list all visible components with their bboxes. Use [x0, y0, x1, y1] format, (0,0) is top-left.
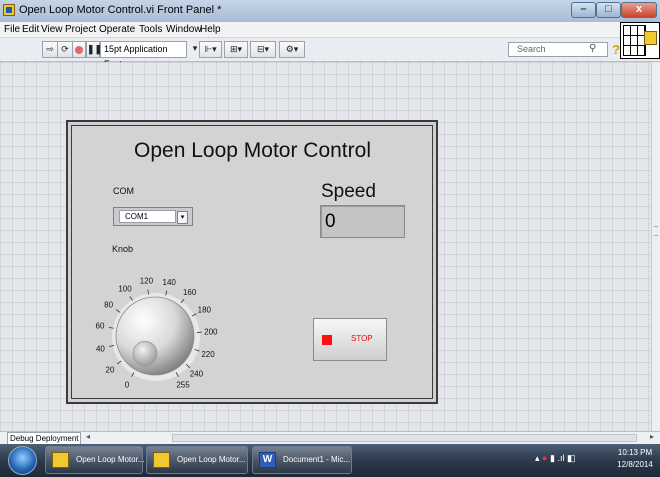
window-title: Open Loop Motor Control.vi Front Panel *	[19, 4, 222, 16]
scroll-left-icon[interactable]: ◂	[86, 432, 90, 441]
menu-help[interactable]: Help	[200, 24, 221, 35]
menu-view[interactable]: View	[41, 24, 63, 35]
clock[interactable]: 10:13 PM 12/8/2014	[613, 447, 657, 471]
labview-app-icon	[3, 4, 15, 16]
panel-title: Open Loop Motor Control	[134, 139, 371, 162]
menu-operate[interactable]: Operate	[99, 24, 135, 35]
taskbar-item[interactable]: Open Loop Motor...	[45, 446, 145, 474]
connector-pane-grid	[623, 25, 646, 56]
resize-objects-icon[interactable]: ⊟▾	[250, 41, 276, 58]
font-dropdown-icon[interactable]: ▾	[191, 41, 199, 58]
abort-icon[interactable]	[72, 41, 86, 58]
knob-tick-label: 140	[163, 278, 177, 287]
word-icon: W	[259, 452, 276, 468]
knob-tick-label: 40	[96, 345, 105, 354]
menu-tools[interactable]: Tools	[139, 24, 162, 35]
menu-file[interactable]: File	[4, 24, 20, 35]
knob-tick-label: 255	[176, 380, 190, 389]
knob-tick-label: 220	[201, 350, 215, 359]
taskbar-item[interactable]: W Document1 - Mic...	[252, 446, 352, 474]
stop-button[interactable]: STOP	[313, 318, 387, 361]
knob-tick-mark	[129, 296, 133, 301]
run-continuously-icon[interactable]: ⟳	[57, 41, 73, 58]
task-label: Open Loop Motor...	[76, 455, 145, 464]
menu-edit[interactable]: Edit	[22, 24, 39, 35]
font-select[interactable]: 15pt Application Font	[100, 41, 187, 69]
knob-tick-label: 160	[183, 288, 197, 297]
search-icon[interactable]: ⚲	[589, 43, 596, 54]
knob-tick-mark	[108, 326, 114, 329]
taskbar-item[interactable]: Open Loop Motor...	[146, 446, 248, 474]
reorder-icon[interactable]: ⚙▾	[279, 41, 305, 58]
knob-tick-label: 20	[106, 365, 115, 374]
knob-tick-label: 100	[118, 285, 132, 294]
com-resource-select[interactable]: COM1 ▾	[113, 207, 193, 226]
com-value[interactable]: COM1	[119, 210, 176, 223]
knob-tick-label: 240	[190, 370, 204, 379]
vi-icon	[644, 31, 657, 45]
horizontal-scrollbar-thumb[interactable]	[172, 434, 637, 442]
vertical-scrollbar[interactable]	[651, 62, 660, 431]
system-tray: ▴ ● ▮ .ıl ◧	[535, 453, 576, 464]
knob-control[interactable]: 0 20 40 60 80 100 120 140 160180 200 220 240255	[80, 250, 240, 400]
knob-tick-label: 60	[96, 322, 105, 331]
run-arrow-icon[interactable]: ⇨	[42, 41, 58, 58]
toolbar: ⇨ ⟳ ❚❚ 15pt Application Font ▾ ⊩▾ ⊞▾ ⊟▾ …	[0, 38, 660, 69]
knob-body[interactable]	[115, 296, 195, 376]
menu-project[interactable]: Project	[65, 24, 96, 35]
scroll-right-icon[interactable]: ▸	[650, 432, 654, 441]
show-hidden-icons-icon[interactable]: ▴	[535, 453, 540, 463]
knob-tick-mark	[115, 309, 121, 313]
knob-pointer-cap[interactable]	[132, 341, 158, 366]
com-label: COM	[113, 186, 134, 196]
knob-tick-label: 0	[125, 380, 130, 389]
vi-connector-pane-icon[interactable]	[620, 22, 660, 59]
menu-window[interactable]: Window	[166, 24, 202, 35]
volume-icon[interactable]: ◧	[567, 453, 576, 463]
stop-label: STOP	[351, 334, 373, 343]
knob-tick-label: 80	[104, 301, 113, 310]
distribute-objects-icon[interactable]: ⊞▾	[224, 41, 248, 58]
labview-icon	[52, 452, 69, 468]
status-bar: Debug Deployment ◂ ▸	[0, 431, 660, 446]
start-button[interactable]	[8, 446, 37, 475]
labview-icon	[153, 452, 170, 468]
knob-tick-label: 120	[140, 277, 154, 286]
task-label: Document1 - Mic...	[283, 455, 351, 464]
menu-bar: File Edit View Project Operate Tools Win…	[0, 22, 660, 38]
task-label: Open Loop Motor...	[177, 455, 246, 464]
network-icon[interactable]: ●	[542, 453, 547, 463]
close-button[interactable]: x	[621, 2, 657, 18]
clock-time: 10:13 PM	[617, 448, 653, 457]
chevron-down-icon[interactable]: ▾	[177, 211, 188, 224]
speed-label: Speed	[321, 181, 376, 202]
knob-tick-label: 180	[198, 306, 212, 315]
battery-icon[interactable]: ▮	[550, 453, 555, 463]
title-bar: Open Loop Motor Control.vi Front Panel *…	[0, 0, 660, 22]
taskbar: Open Loop Motor... Open Loop Motor... W …	[0, 444, 660, 477]
speed-indicator: 0	[320, 205, 405, 238]
maximize-button[interactable]: □	[596, 2, 621, 18]
knob-pointer[interactable]	[132, 341, 158, 366]
align-objects-icon[interactable]: ⊩▾	[199, 41, 222, 58]
knob-tick-label: 200	[204, 327, 218, 336]
pause-icon[interactable]: ❚❚	[86, 41, 102, 58]
clock-date: 12/8/2014	[617, 460, 653, 469]
stop-led	[322, 335, 332, 345]
minimize-button[interactable]: –	[571, 2, 596, 18]
signal-icon[interactable]: .ıl	[557, 453, 564, 463]
scrollbar-grip	[654, 226, 658, 236]
